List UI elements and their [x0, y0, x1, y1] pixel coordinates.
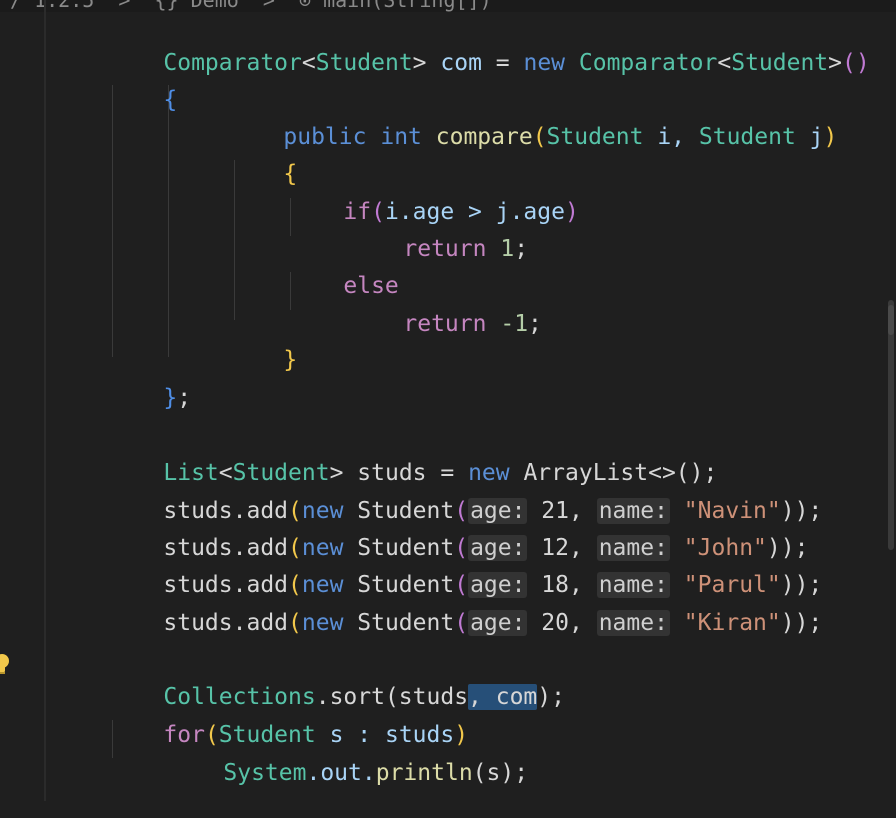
code-line-method-close[interactable]: }: [228, 315, 297, 373]
indent-guide: [168, 85, 169, 357]
lightbulb-icon[interactable]: [0, 652, 10, 676]
code-line-comparator[interactable]: Comparator<Student> com = new Comparator…: [108, 18, 869, 76]
code-line-list-decl[interactable]: List<Student> studs = new ArrayList<>();: [108, 428, 717, 486]
code-line-if[interactable]: if(i.age > j.age): [288, 167, 578, 225]
code-line-add[interactable]: studs.add(new Student(age: 18, name: "Pa…: [108, 540, 822, 598]
breadcrumb-bar: / 1.2.5 > {} Demo > ⊙ main(String[]): [0, 0, 896, 12]
selection-highlight[interactable]: , com: [468, 684, 538, 710]
code-line-method-signature[interactable]: public int compare(Student i, Student j): [228, 92, 837, 150]
code-line-print[interactable]: System.out.println(s);: [168, 728, 528, 786]
code-line-for[interactable]: for(Student s : studs): [108, 690, 468, 748]
code-line-close-stmt[interactable]: };: [108, 353, 191, 411]
code-line-return-1[interactable]: return 1;: [348, 204, 528, 262]
gutter-divider: [44, 0, 46, 801]
code-line-sort[interactable]: Collections.sort(studs, com);: [108, 652, 565, 710]
code-line-add[interactable]: studs.add(new Student(age: 21, name: "Na…: [108, 466, 822, 524]
breadcrumb[interactable]: / 1.2.5 > {} Demo > ⊙ main(String[]): [10, 0, 492, 12]
param-hint: age:: [468, 610, 528, 636]
code-line-return-neg1[interactable]: return -1;: [348, 279, 542, 337]
code-line-method-open[interactable]: {: [228, 129, 297, 187]
scrollbar-thumb[interactable]: [888, 305, 894, 335]
code-line-else[interactable]: else: [288, 241, 398, 299]
code-line-add[interactable]: studs.add(new Student(age: 20, name: "Ki…: [108, 578, 822, 636]
scrollbar-track[interactable]: [888, 300, 894, 550]
code-line-open-brace[interactable]: {: [108, 55, 177, 113]
param-hint: name:: [596, 610, 670, 636]
code-line-add[interactable]: studs.add(new Student(age: 12, name: "Jo…: [108, 503, 808, 561]
